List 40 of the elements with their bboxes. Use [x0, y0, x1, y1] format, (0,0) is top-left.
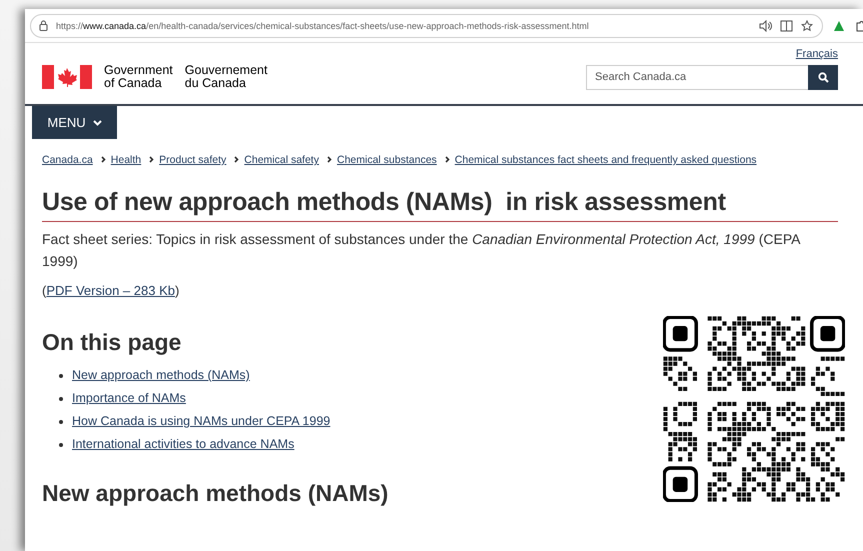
chevron-right-icon — [444, 156, 450, 162]
triangle-icon[interactable] — [833, 20, 845, 32]
breadcrumb-link[interactable]: Chemical substances fact sheets and frequently asked questions — [454, 154, 757, 166]
breadcrumb-link[interactable]: Health — [110, 154, 142, 166]
lock-icon — [39, 20, 48, 31]
search-field[interactable]: Search Canada.ca — [586, 64, 808, 90]
government-signature: Gouvernement du Canada — [184, 64, 268, 90]
chevron-down-icon — [92, 120, 102, 126]
chevron-right-icon — [234, 156, 240, 162]
pdf-link[interactable]: PDF Version – 283 Kb — [46, 283, 175, 298]
qr-code-icon — [663, 316, 845, 502]
search-icon — [818, 72, 828, 82]
menu-button[interactable]: MENU — [32, 106, 117, 139]
government-signature: Government of Canada — [104, 64, 173, 90]
pdf-note: (PDF Version – 283 Kb) — [42, 282, 180, 300]
toc-link[interactable]: International activities to advance NAMs — [72, 433, 294, 456]
toc-link[interactable]: How Canada is using NAMs under CEPA 1999 — [72, 410, 330, 433]
chevron-right-icon — [100, 156, 106, 162]
breadcrumb-link[interactable]: Product safety — [159, 154, 226, 166]
flag-icon — [42, 65, 92, 89]
bullet-icon — [59, 396, 63, 400]
page-title: Use of new approach methods (NAMs) in risk assessment — [42, 188, 838, 222]
speaker-icon[interactable] — [759, 20, 772, 32]
toc-link[interactable]: Importance of NAMs — [72, 387, 186, 410]
toc-link[interactable]: New approach methods (NAMs) — [72, 364, 250, 387]
search-button[interactable] — [808, 64, 838, 90]
breadcrumb-link[interactable]: Chemical safety — [244, 154, 319, 166]
bullet-icon — [59, 442, 63, 446]
section-heading: New approach methods (NAMs) — [42, 480, 388, 507]
fact-sheet-intro: Fact sheet series: Topics in risk assessment of substances under the Canadian Environmental Protection Act, 1999 (CEPA 1999) — [42, 230, 802, 271]
language-link[interactable]: Français — [796, 48, 838, 60]
breadcrumb-link[interactable]: Canada.ca — [42, 154, 93, 166]
bullet-icon — [59, 374, 63, 378]
book-icon[interactable] — [780, 20, 793, 32]
breadcrumb-link[interactable]: Chemical substances — [336, 154, 437, 166]
chevron-right-icon — [326, 156, 332, 162]
chevron-right-icon — [149, 156, 154, 162]
bullet-icon — [59, 420, 63, 424]
star-icon[interactable] — [801, 20, 814, 32]
section-heading: On this page — [42, 329, 182, 356]
